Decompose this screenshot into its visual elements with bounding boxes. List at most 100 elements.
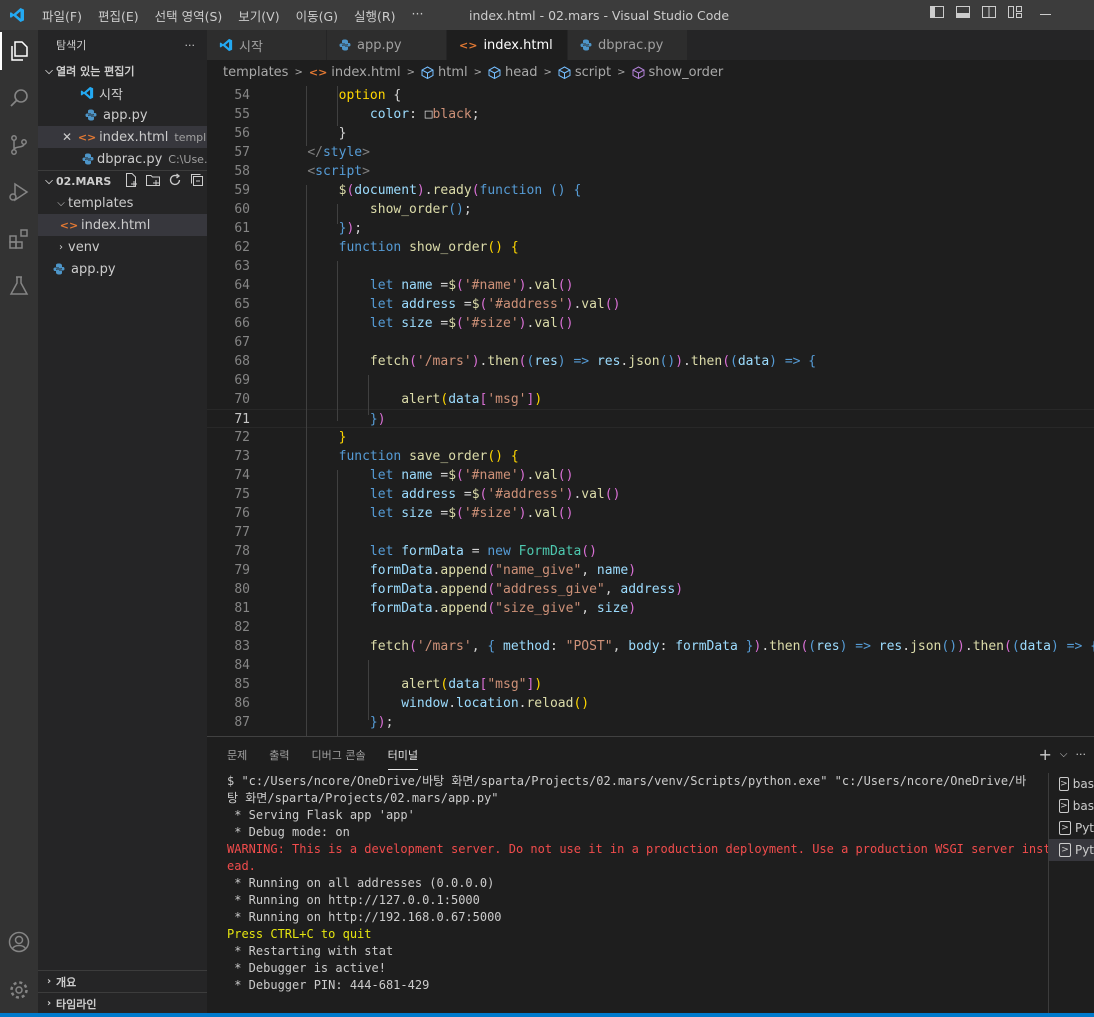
code-line[interactable]: 67 (207, 333, 1094, 352)
tab-index-html[interactable]: <> index.html (447, 30, 568, 60)
run-debug-icon[interactable] (0, 173, 38, 211)
line-number: 81 (234, 601, 250, 616)
open-editor-label: dbprac.py (97, 151, 163, 167)
terminal-list-item[interactable]: > Pyt (1049, 817, 1094, 839)
code-line[interactable]: 72 } (207, 428, 1094, 447)
customize-layout-icon[interactable] (1007, 4, 1023, 20)
account-icon[interactable] (0, 923, 38, 961)
code-line[interactable]: 66 let size =$('#size').val() (207, 314, 1094, 333)
code-line[interactable]: 64 let name =$('#name').val() (207, 276, 1094, 295)
tab-terminal[interactable]: 터미널 (387, 747, 418, 770)
code-text: option { (276, 88, 402, 103)
open-editor-item-start[interactable]: 시작 (38, 82, 207, 104)
extensions-icon[interactable] (0, 220, 38, 258)
settings-gear-icon[interactable] (0, 971, 38, 1009)
new-terminal-button[interactable]: + (1039, 745, 1052, 764)
code-line[interactable]: 87 }); (207, 713, 1094, 732)
code-line[interactable]: 76 let size =$('#size').val() (207, 504, 1094, 523)
chevron-down-icon[interactable]: ⌵ (1060, 749, 1068, 764)
tab-dbprac-py[interactable]: dbprac.py (568, 30, 688, 60)
breadcrumb-index-html[interactable]: index.html (331, 65, 400, 80)
open-editor-item-app-py[interactable]: app.py (38, 104, 207, 126)
open-editor-item-index-html[interactable]: ✕ <> index.html templ... (38, 126, 207, 148)
outline-section[interactable]: › 개요 (38, 970, 207, 992)
workspace-section[interactable]: ⌵ 02.MARS (38, 170, 207, 192)
timeline-section[interactable]: › 타임라인 (38, 992, 207, 1014)
breadcrumb-head[interactable]: head (505, 65, 537, 80)
new-folder-icon[interactable] (145, 172, 161, 191)
menu-run[interactable]: 실행(R) (346, 6, 403, 25)
folder-venv[interactable]: › venv (38, 236, 207, 258)
collapse-all-icon[interactable] (189, 172, 205, 191)
file-index-html[interactable]: <> index.html (38, 214, 207, 236)
terminal-list-item[interactable]: > bas (1049, 795, 1094, 817)
explorer-icon[interactable] (0, 32, 38, 70)
tab-debug-console[interactable]: 디버그 콘솔 (312, 747, 366, 763)
code-line[interactable]: 82 (207, 618, 1094, 637)
code-line[interactable]: 81 formData.append("size_give", size) (207, 599, 1094, 618)
code-line[interactable]: 78 let formData = new FormData() (207, 542, 1094, 561)
breadcrumb-html[interactable]: html (438, 65, 468, 80)
line-number: 70 (234, 392, 250, 407)
tab-start[interactable]: 시작 (207, 30, 327, 60)
code-line[interactable]: 69 (207, 371, 1094, 390)
code-line[interactable]: 54 option { (207, 86, 1094, 105)
code-line[interactable]: 58 <script> (207, 162, 1094, 181)
minimize-icon[interactable] (1040, 14, 1051, 15)
code-line[interactable]: 63 (207, 257, 1094, 276)
menu-selection[interactable]: 선택 영역(S) (147, 6, 231, 25)
code-line[interactable]: 56 } (207, 124, 1094, 143)
code-line[interactable]: 83 fetch('/mars', { method: "POST", body… (207, 637, 1094, 656)
breadcrumb-show-order[interactable]: show_order (649, 65, 724, 80)
code-line[interactable]: 68 fetch('/mars').then((res) => res.json… (207, 352, 1094, 371)
refresh-icon[interactable] (167, 172, 183, 191)
code-line[interactable]: 79 formData.append("name_give", name) (207, 561, 1094, 580)
code-line[interactable]: 86 window.location.reload() (207, 694, 1094, 713)
code-line[interactable]: 85 alert(data["msg"]) (207, 675, 1094, 694)
code-line[interactable]: 55 color: □black; (207, 105, 1094, 124)
open-editor-item-dbprac-py[interactable]: dbprac.py C:\Use... (38, 148, 207, 170)
more-actions-icon[interactable]: ··· (1076, 748, 1087, 764)
code-line[interactable]: 80 formData.append("address_give", addre… (207, 580, 1094, 599)
toggle-secondary-sidebar-icon[interactable] (981, 4, 997, 20)
testing-icon[interactable] (0, 267, 38, 305)
menu-more[interactable]: ··· (404, 6, 432, 25)
source-control-icon[interactable] (0, 126, 38, 164)
terminal-output[interactable]: $ "c:/Users/ncore/OneDrive/바탕 화면/sparta/… (227, 773, 1051, 994)
new-file-icon[interactable] (123, 172, 139, 191)
folder-templates[interactable]: ⌵ templates (38, 192, 207, 214)
line-number: 59 (234, 183, 250, 198)
code-line[interactable]: 75 let address =$('#address').val() (207, 485, 1094, 504)
file-app-py[interactable]: app.py (38, 258, 207, 280)
code-line[interactable]: 73 function save_order() { (207, 447, 1094, 466)
code-line[interactable]: 62 function show_order() { (207, 238, 1094, 257)
menu-view[interactable]: 보기(V) (230, 6, 287, 25)
toggle-panel-icon[interactable] (955, 4, 971, 20)
tab-app-py[interactable]: app.py (327, 30, 447, 60)
breadcrumb-templates[interactable]: templates (223, 65, 288, 80)
code-line[interactable]: 57 </style> (207, 143, 1094, 162)
code-line[interactable]: 65 let address =$('#address').val() (207, 295, 1094, 314)
code-line[interactable]: 84 (207, 656, 1094, 675)
breadcrumb-script[interactable]: script (575, 65, 611, 80)
toggle-primary-sidebar-icon[interactable] (929, 4, 945, 20)
tab-output[interactable]: 출력 (269, 747, 289, 763)
code-line[interactable]: 77 (207, 523, 1094, 542)
code-editor[interactable]: 54 option {55 color: □black; 56 } 57 </sty… (207, 86, 1094, 736)
code-line[interactable]: 71 }) (207, 409, 1094, 428)
menu-edit[interactable]: 편집(E) (90, 6, 147, 25)
open-editors-section[interactable]: ⌵ 열려 있는 편집기 (38, 60, 207, 82)
terminal-list-item[interactable]: > bas (1049, 773, 1094, 795)
explorer-more-actions[interactable]: ··· (185, 39, 196, 52)
tab-problems[interactable]: 문제 (227, 747, 247, 763)
code-line[interactable]: 59 $(document).ready(function () { (207, 181, 1094, 200)
code-line[interactable]: 74 let name =$('#name').val() (207, 466, 1094, 485)
search-icon[interactable] (0, 79, 38, 117)
menu-go[interactable]: 이동(G) (288, 6, 346, 25)
close-editor-icon[interactable]: ✕ (62, 130, 72, 144)
menu-file[interactable]: 파일(F) (34, 6, 90, 25)
code-line[interactable]: 70 alert(data['msg']) (207, 390, 1094, 409)
code-line[interactable]: 60 show_order(); (207, 200, 1094, 219)
code-line[interactable]: 61 }); (207, 219, 1094, 238)
terminal-list-item[interactable]: > Pyt (1049, 839, 1094, 861)
